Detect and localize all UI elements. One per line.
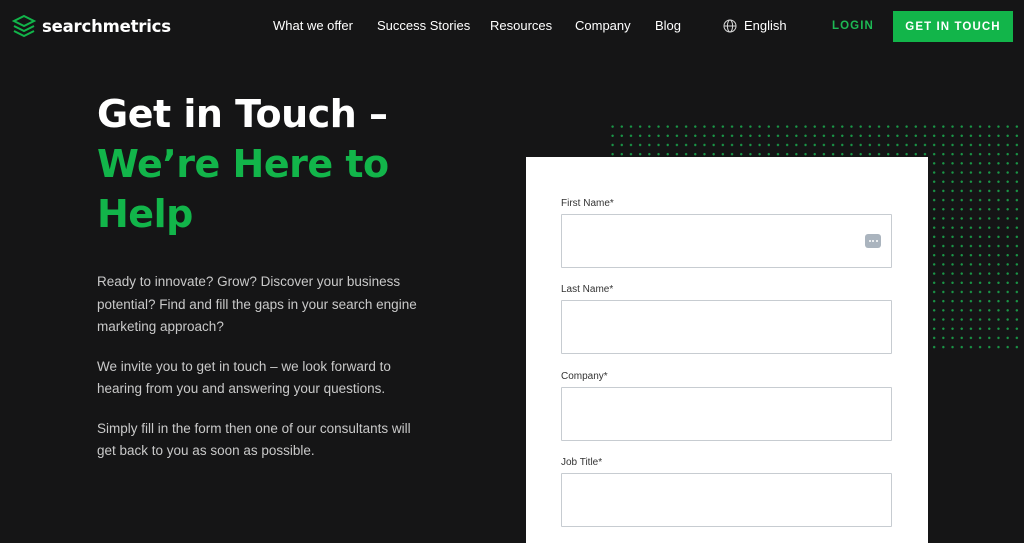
page-title-line2: We’re Here to Help [97, 142, 389, 236]
site-header: searchmetrics What we offer Success Stor… [0, 0, 1024, 52]
intro-paragraph: We invite you to get in touch – we look … [97, 358, 391, 397]
job-title-field[interactable] [561, 473, 892, 527]
language-label: English [744, 18, 787, 33]
intro-paragraph: Simply fill in the form then one of our … [97, 420, 411, 459]
get-in-touch-button[interactable]: GET IN TOUCH [893, 11, 1013, 42]
job-title-label: Job Title* [561, 457, 603, 468]
company-label: Company* [561, 371, 608, 382]
intro-text: Ready to innovate? Grow? Discover your b… [97, 271, 427, 480]
first-name-field[interactable] [561, 214, 892, 268]
nav-resources[interactable]: Resources [490, 18, 552, 34]
globe-icon [723, 19, 737, 33]
autofill-icon[interactable] [865, 234, 881, 248]
nav-company[interactable]: Company [575, 18, 631, 34]
login-link[interactable]: LOGIN [832, 19, 874, 33]
nav-blog[interactable]: Blog [655, 18, 681, 34]
last-name-field[interactable] [561, 300, 892, 354]
language-selector[interactable]: English [723, 18, 787, 34]
intro-paragraph: Ready to innovate? Grow? Discover your b… [97, 274, 417, 334]
contact-form: First Name* Last Name* Company* Job Titl… [526, 157, 928, 543]
nav-what-we-offer[interactable]: What we offer [273, 18, 353, 34]
page-title: Get in Touch – We’re Here to Help [97, 89, 437, 239]
last-name-label: Last Name* [561, 284, 614, 295]
first-name-label: First Name* [561, 198, 614, 209]
page-title-line1: Get in Touch – [97, 92, 388, 136]
nav-success-stories[interactable]: Success Stories [377, 18, 470, 34]
company-field[interactable] [561, 387, 892, 441]
